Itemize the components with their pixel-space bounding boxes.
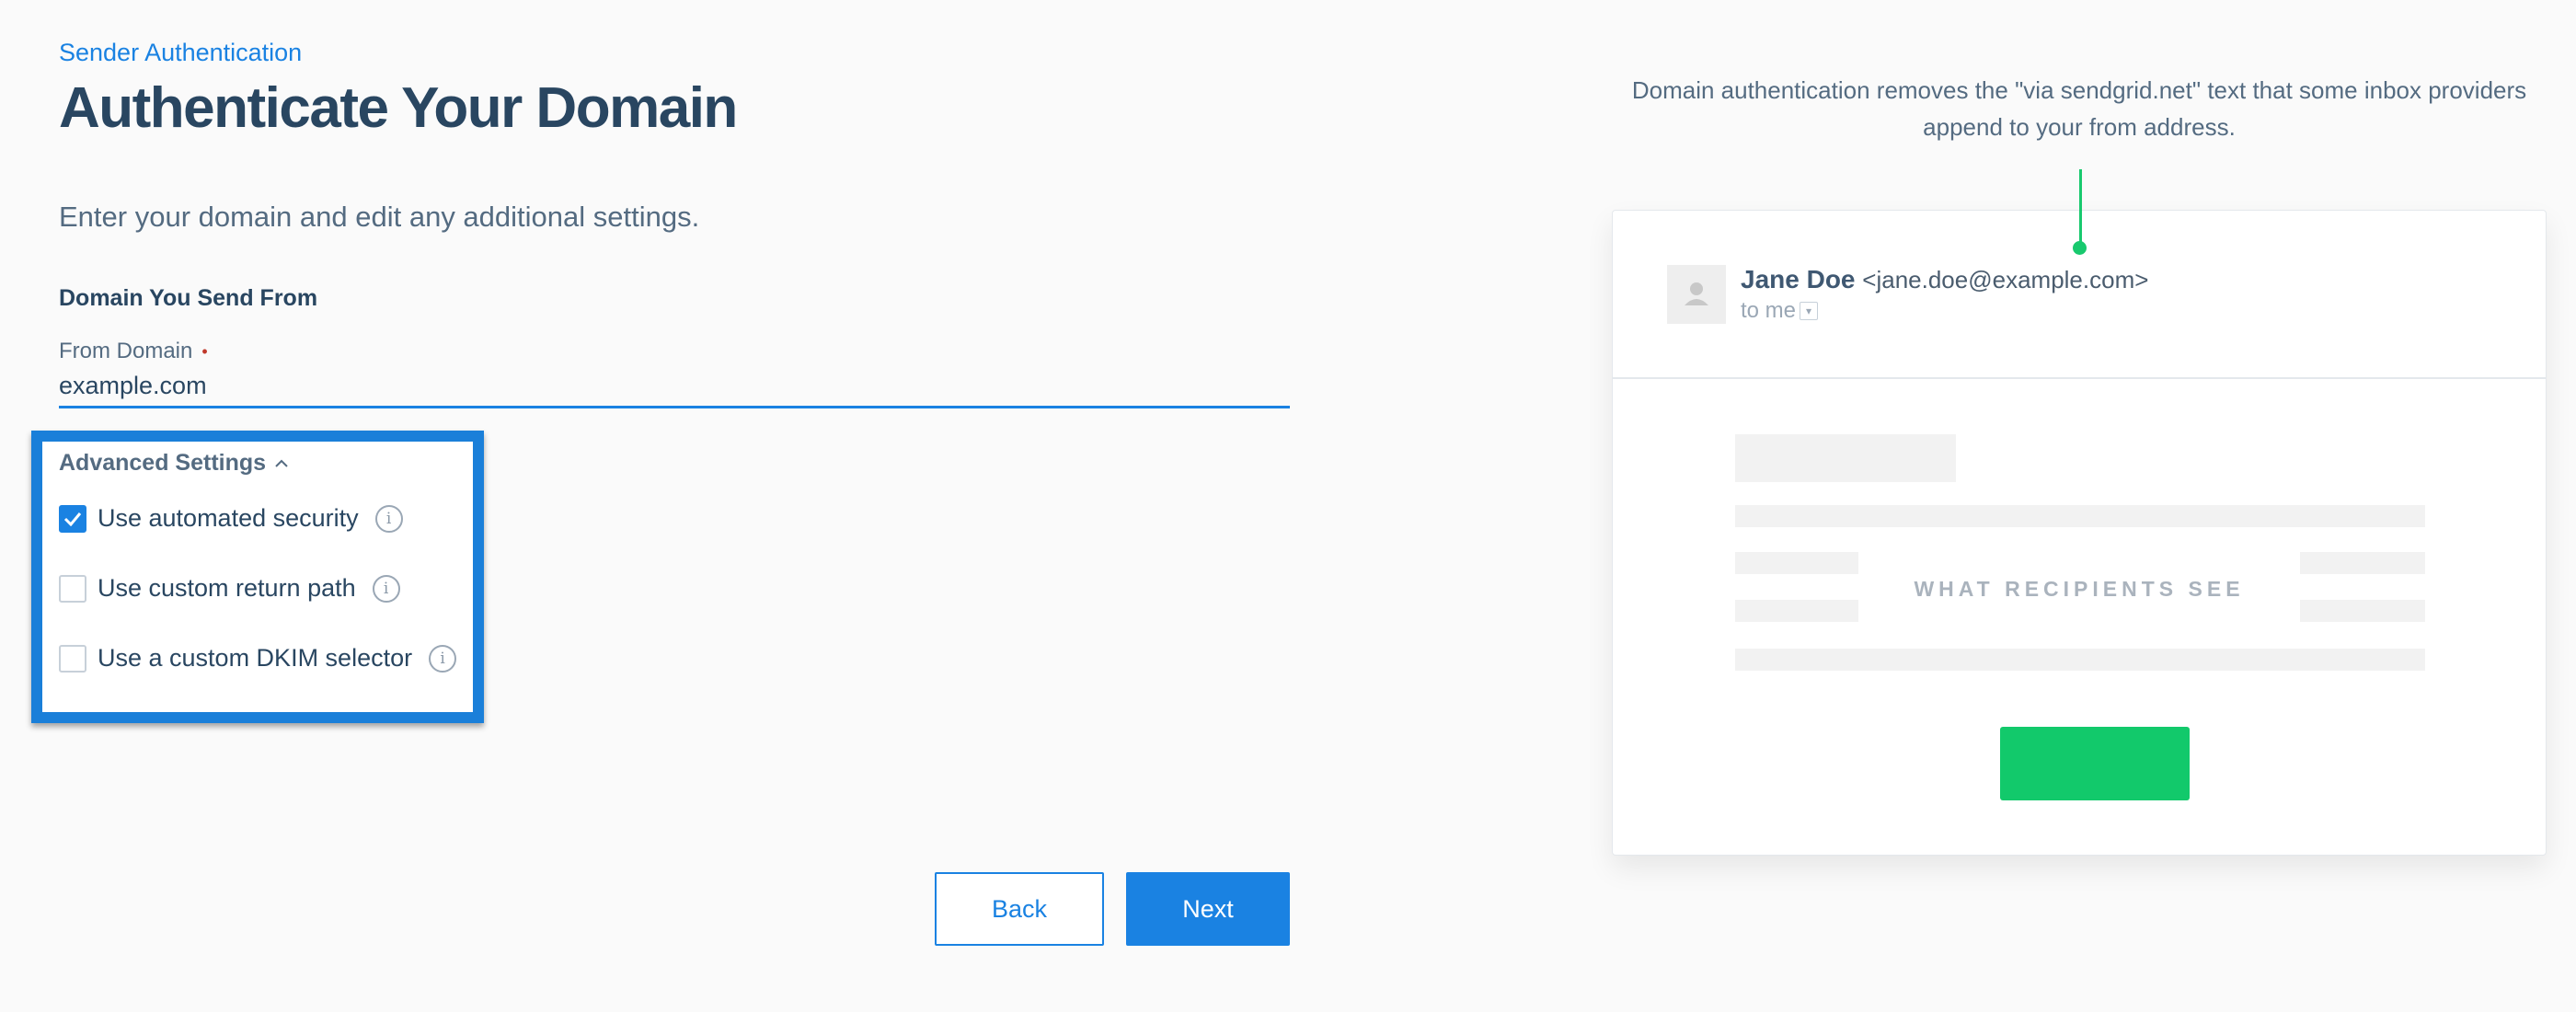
sender-name: Jane Doe	[1741, 265, 1856, 293]
checkmark-icon	[63, 512, 82, 526]
info-icon[interactable]: i	[429, 644, 457, 673]
custom-dkim-selector-label: Use a custom DKIM selector	[98, 644, 413, 672]
custom-return-path-checkbox[interactable]	[59, 574, 86, 603]
next-button[interactable]: Next	[1126, 872, 1290, 946]
recipient-text: to me	[1741, 298, 1797, 323]
preview-sender: Jane Doe <jane.doe@example.com>	[1741, 265, 2148, 294]
custom-return-path-label: Use custom return path	[98, 574, 356, 602]
placeholder-line	[2300, 600, 2425, 622]
callout-pointer-line	[2079, 169, 2082, 247]
automated-security-checkbox[interactable]	[59, 504, 86, 533]
placeholder-line	[2300, 552, 2425, 574]
domain-auth-help-text: Domain authentication removes the "via s…	[1631, 76, 2527, 141]
placeholder-line	[1735, 600, 1858, 622]
info-icon[interactable]: i	[372, 574, 400, 603]
page-subtitle: Enter your domain and edit any additiona…	[59, 201, 700, 233]
what-recipients-see-watermark: WHAT RECIPIENTS SEE	[1914, 577, 2245, 601]
placeholder-line	[1735, 552, 1858, 574]
advanced-settings-label: Advanced Settings	[59, 450, 267, 476]
custom-dkim-selector-checkbox[interactable]	[59, 644, 86, 673]
callout-pointer-dot	[2073, 241, 2087, 255]
user-icon	[1685, 282, 1708, 305]
caret-down-icon: ▾	[1800, 302, 1819, 320]
from-domain-input[interactable]	[59, 366, 1290, 408]
chevron-up-icon	[275, 454, 288, 473]
option-custom-return-path[interactable]: Use custom return path i	[59, 574, 400, 603]
advanced-settings-toggle[interactable]: Advanced Settings	[59, 450, 288, 477]
automated-security-label: Use automated security	[98, 504, 359, 532]
avatar	[1667, 265, 1726, 324]
sender-email: <jane.doe@example.com>	[1862, 266, 2149, 293]
placeholder-heading-block	[1735, 434, 1956, 482]
from-domain-label: From Domain •	[59, 339, 208, 364]
placeholder-cta-button	[2000, 727, 2190, 800]
preview-recipient: to me ▾	[1741, 298, 1819, 324]
domain-section-title: Domain You Send From	[59, 285, 318, 311]
page-title: Authenticate Your Domain	[59, 76, 738, 140]
placeholder-line	[1735, 505, 2425, 527]
info-icon[interactable]: i	[374, 504, 403, 533]
preview-header-divider	[1612, 377, 2547, 379]
option-automated-security[interactable]: Use automated security i	[59, 504, 403, 533]
placeholder-line	[1735, 649, 2425, 671]
from-domain-label-text: From Domain	[59, 339, 193, 363]
required-marker: •	[201, 342, 208, 362]
breadcrumb-sender-authentication[interactable]: Sender Authentication	[59, 39, 302, 67]
back-button[interactable]: Back	[935, 872, 1104, 946]
option-custom-dkim-selector[interactable]: Use a custom DKIM selector i	[59, 644, 457, 673]
